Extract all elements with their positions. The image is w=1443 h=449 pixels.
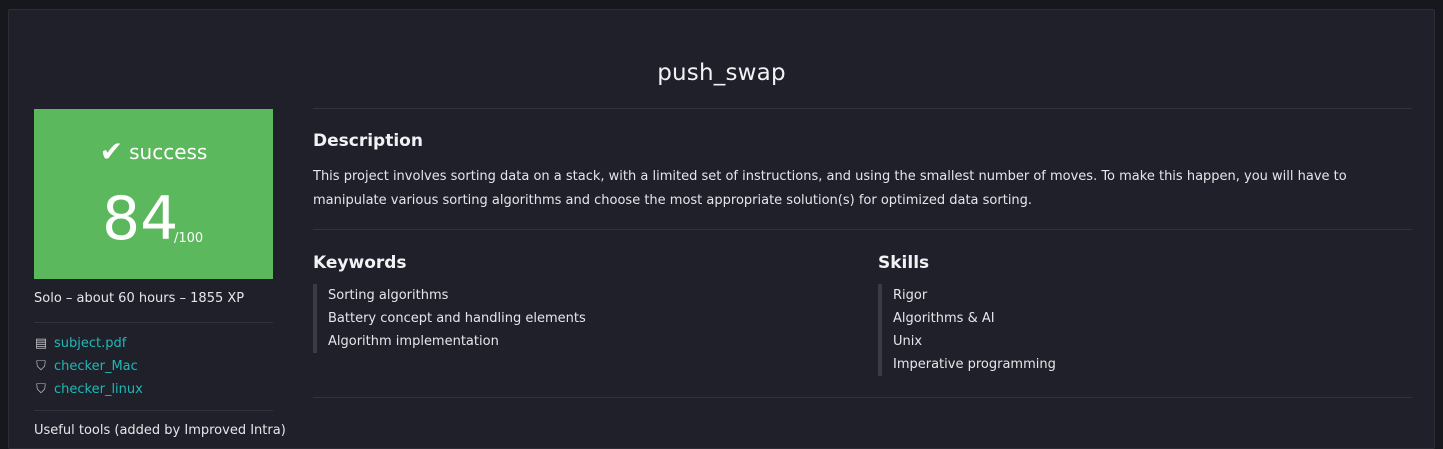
attachment-link-checker-linux[interactable]: checker_linux: [54, 382, 143, 397]
attachments-list: ▤ subject.pdf ⛉ checker_Mac ⛉ checker_li…: [34, 332, 143, 401]
attachment-link-subject[interactable]: subject.pdf: [54, 336, 126, 351]
skill-item: Rigor: [893, 288, 928, 303]
project-panel: push_swap ✔ success 84 /100 Solo – about …: [8, 9, 1435, 449]
attachment-item[interactable]: ⛉ checker_Mac: [34, 355, 143, 378]
keyword-item: Algorithm implementation: [328, 334, 499, 349]
divider: [313, 397, 1412, 398]
skill-item: Algorithms & AI: [893, 311, 995, 326]
keywords-list: Sorting algorithms Battery concept and h…: [313, 284, 586, 353]
status-label: success: [129, 140, 208, 164]
skills-list: Rigor Algorithms & AI Unix Imperative pr…: [878, 284, 1056, 376]
skill-item: Imperative programming: [893, 357, 1056, 372]
status-line: ✔ success: [34, 135, 273, 168]
keyword-item: Battery concept and handling elements: [328, 311, 586, 326]
skills-heading: Skills: [878, 253, 930, 273]
project-title: push_swap: [657, 60, 786, 86]
divider: [313, 229, 1412, 230]
keyword-item: Sorting algorithms: [328, 288, 449, 303]
score-value: 84: [102, 184, 179, 254]
keywords-heading: Keywords: [313, 253, 407, 273]
shield-icon: ⛉: [36, 359, 46, 374]
description-heading: Description: [313, 131, 423, 151]
check-icon: ✔: [99, 135, 124, 168]
shield-icon: ⛉: [36, 382, 46, 397]
attachment-link-checker-mac[interactable]: checker_Mac: [54, 359, 138, 374]
description-text: This project involves sorting data on a …: [313, 169, 1347, 208]
project-meta: Solo – about 60 hours – 1855 XP: [34, 291, 245, 306]
status-card: ✔ success 84 /100: [34, 109, 273, 279]
divider: [34, 410, 273, 411]
score-max: /100: [174, 231, 204, 246]
document-icon: ▤: [34, 336, 48, 351]
divider: [313, 108, 1412, 109]
attachment-item[interactable]: ⛉ checker_linux: [34, 378, 143, 401]
divider: [34, 322, 273, 323]
skill-item: Unix: [893, 334, 923, 349]
attachment-item[interactable]: ▤ subject.pdf: [34, 332, 143, 355]
